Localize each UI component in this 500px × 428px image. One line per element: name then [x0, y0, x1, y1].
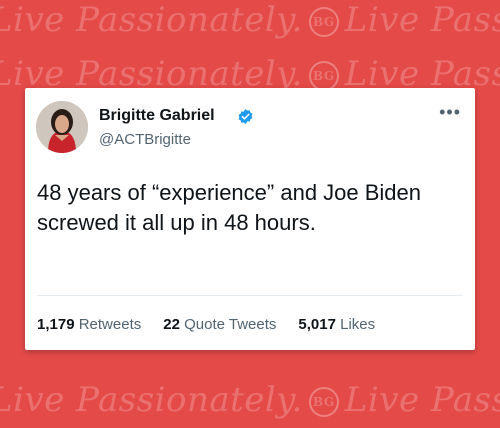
verified-badge-icon	[238, 109, 253, 124]
tweet-text: 48 years of “experience” and Joe Biden s…	[37, 180, 422, 235]
watermark-row: Live Passionately.BGLive Passionately.BG	[0, 380, 500, 420]
avatar[interactable]	[36, 101, 88, 153]
retweets-label: Retweets	[78, 316, 142, 333]
retweets-count: 1,179	[37, 316, 75, 333]
more-options-icon[interactable]: •••	[439, 102, 461, 123]
watermark-row: Live Passionately.BGLive Passionately.BG	[0, 0, 500, 40]
likes-stat[interactable]: 5,017 Likes	[298, 316, 375, 333]
author-handle[interactable]: @ACTBrigitte	[99, 131, 191, 148]
likes-label: Likes	[340, 316, 376, 333]
tweet-card: Brigitte Gabriel @ACTBrigitte ••• 48 yea…	[25, 88, 475, 350]
profile-photo-icon	[36, 101, 88, 153]
divider	[37, 295, 463, 296]
quote-tweets-stat[interactable]: 22 Quote Tweets	[163, 316, 276, 333]
quote-tweets-label: Quote Tweets	[184, 316, 277, 333]
likes-count: 5,017	[298, 316, 336, 333]
author-name[interactable]: Brigitte Gabriel	[99, 107, 215, 125]
tweet-stats: 1,179 Retweets 22 Quote Tweets 5,017 Lik…	[37, 316, 375, 333]
retweets-stat[interactable]: 1,179 Retweets	[37, 316, 141, 333]
quote-tweets-count: 22	[163, 316, 180, 333]
